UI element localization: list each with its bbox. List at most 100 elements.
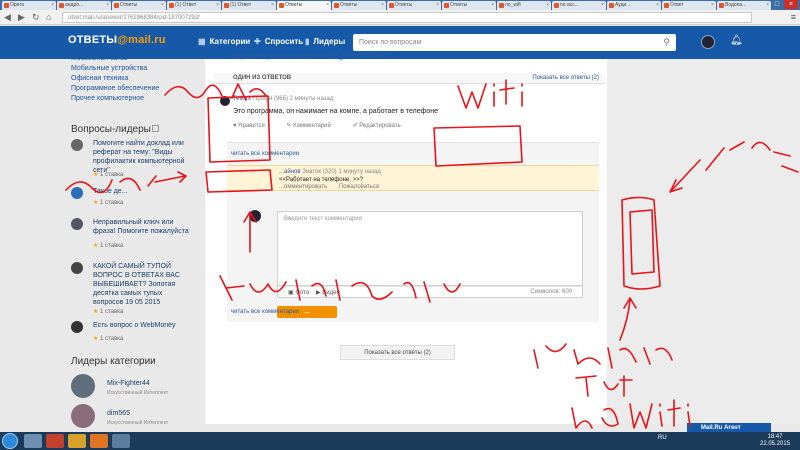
nav-leaders[interactable]: ▮ Лидеры: [305, 37, 345, 46]
home-icon[interactable]: ⌂: [46, 12, 51, 22]
clock[interactable]: 18:47 22.05.2015: [760, 434, 790, 448]
question-bets: 1 ставка: [100, 309, 124, 315]
question-title[interactable]: Неправильный ключ или фраза! Помогите по…: [93, 218, 193, 236]
tab-favicon-icon: [554, 3, 559, 8]
browser-tab[interactable]: андро... ×: [57, 1, 111, 10]
leader-name[interactable]: dim565: [107, 410, 130, 417]
comment-button[interactable]: ✎ Комментарий: [286, 123, 341, 129]
tab-close-icon[interactable]: ×: [326, 1, 329, 10]
comment-author-name[interactable]: ...айнов: [279, 169, 301, 175]
browser-tab[interactable]: Ответы ×: [332, 1, 386, 10]
question-bets: 1 ставка: [100, 336, 124, 342]
main-content: http://www.youtube.com/watch?v=_lV3nzNiR…: [205, 53, 607, 424]
browser-tab[interactable]: Ответы ×: [387, 1, 441, 10]
tab-close-icon[interactable]: ×: [216, 1, 219, 10]
tab-close-icon[interactable]: ×: [656, 1, 659, 10]
browser-tab[interactable]: (1) Ответ ×: [222, 1, 276, 10]
url-field[interactable]: otvet.mail.ru/answer/1762868384/cid-1870…: [62, 12, 752, 23]
start-button[interactable]: [2, 433, 18, 449]
search-icon[interactable]: ⚲: [663, 34, 670, 51]
tab-close-icon[interactable]: ×: [161, 1, 164, 10]
comments-section: читать все комментарии ...айнов Знаток (…: [227, 142, 599, 322]
back-icon[interactable]: ◀: [4, 12, 11, 23]
question-title[interactable]: КАКОЙ САМЫЙ ТУПОЙ ВОПРОС В ОТВЕТАХ ВАС В…: [93, 262, 193, 307]
browser-tab[interactable]: Ответы ×: [277, 1, 331, 10]
show-all-answers-button[interactable]: Показать все ответы (2): [340, 345, 455, 360]
nav-ask-label: Спросить: [264, 37, 304, 46]
category-link[interactable]: Прочее компьютерное: [71, 95, 144, 102]
comment-toolbar: ▣ Фото ▶ Видео Символов: 600: [277, 286, 583, 298]
category-link[interactable]: Мобильная связь: [71, 55, 128, 62]
browser-tab[interactable]: Ответ ×: [662, 1, 716, 10]
reload-icon[interactable]: ↻: [32, 12, 40, 23]
maximize-icon[interactable]: □: [770, 0, 784, 9]
tab-close-icon[interactable]: ×: [546, 1, 549, 10]
answer-author-avatar[interactable]: [220, 96, 230, 106]
browser-tab[interactable]: no_wifi ×: [497, 1, 551, 10]
browser-menu-icon[interactable]: ≡: [791, 12, 796, 22]
category-link[interactable]: Офисная техника: [71, 75, 128, 82]
opera-taskbar-icon[interactable]: [46, 434, 64, 448]
browser-tab[interactable]: Ответы ×: [112, 1, 166, 10]
browser-tab[interactable]: Ответы ×: [442, 1, 496, 10]
tab-close-icon[interactable]: ×: [51, 1, 54, 10]
comment-meta: Знаток (320) 1 минуту назад: [302, 169, 381, 175]
language-indicator[interactable]: RU: [658, 435, 667, 441]
tab-close-icon[interactable]: ×: [106, 1, 109, 10]
left-sidebar: Мобильная связь Мобильные устройства Офисн…: [68, 55, 198, 428]
firefox-taskbar-icon[interactable]: [90, 434, 108, 448]
chrome-taskbar-icon[interactable]: [68, 434, 86, 448]
tab-label: Ауди...: [615, 2, 631, 8]
leader-avatar[interactable]: [71, 374, 95, 398]
tab-close-icon[interactable]: ×: [491, 1, 494, 10]
question-title[interactable]: Такое де...: [93, 187, 193, 196]
question-title[interactable]: Есть вопрос о WebMoney: [93, 321, 193, 330]
read-all-comments-link[interactable]: читать все комментарии: [231, 151, 299, 157]
info-icon[interactable]: [152, 125, 159, 132]
question-title[interactable]: Помогите найти доклад или реферат на тем…: [93, 139, 193, 175]
close-icon[interactable]: ×: [784, 0, 798, 9]
tab-close-icon[interactable]: ×: [601, 1, 604, 10]
tab-favicon-icon: [609, 3, 614, 8]
answer-author-name[interactable]: TeIkeX: [233, 96, 251, 102]
tab-favicon-icon: [4, 3, 9, 8]
user-avatar[interactable]: [701, 35, 715, 49]
read-all-comments-link-bottom[interactable]: читать все комментарии: [231, 309, 299, 315]
show-all-answers-link[interactable]: Показать все ответы (2): [532, 75, 599, 81]
category-link[interactable]: Программное обеспечение: [71, 85, 159, 92]
leader-name[interactable]: Mix-Fighter44: [107, 380, 150, 387]
tab-close-icon[interactable]: ×: [271, 1, 274, 10]
video-button[interactable]: ▶ Видео: [316, 289, 340, 296]
category-link[interactable]: Мобильные устройства: [71, 65, 147, 72]
youtube-link[interactable]: http://www.youtube.com/watch?v=_lV3nzNiR…: [233, 53, 388, 60]
search-input[interactable]: Поиск по вопросам ⚲: [353, 34, 676, 51]
browser-tab[interactable]: no acc... ×: [552, 1, 606, 10]
browser-tab[interactable]: Ауди... ×: [607, 1, 661, 10]
nav-ask[interactable]: ✚ Спросить: [254, 37, 303, 46]
tab-close-icon[interactable]: ×: [711, 1, 714, 10]
site-logo[interactable]: ОТВЕТЫ@mail.ru: [68, 34, 166, 46]
video-label: Видео: [322, 290, 340, 296]
leader-avatar[interactable]: [71, 404, 95, 428]
tab-close-icon[interactable]: ×: [436, 1, 439, 10]
tab-close-icon[interactable]: ×: [381, 1, 384, 10]
nav-categories[interactable]: ▦ Категории: [198, 37, 250, 46]
tab-favicon-icon: [279, 3, 284, 8]
reply-button[interactable]: ...омментировать: [279, 184, 327, 190]
photo-button[interactable]: ▣ Фото: [288, 289, 309, 296]
minimize-icon[interactable]: –: [756, 0, 770, 9]
report-button[interactable]: Пожаловаться: [339, 184, 379, 190]
tab-favicon-icon: [169, 3, 174, 8]
forward-icon[interactable]: ▶: [18, 12, 25, 23]
question-meta: ★ 1 ставка: [93, 199, 123, 206]
comment-textarea[interactable]: Введите текст комментария: [277, 211, 583, 286]
like-button[interactable]: ♥ Нравится: [233, 123, 275, 129]
explorer-taskbar-icon[interactable]: [24, 434, 42, 448]
plus-icon: ✚: [254, 37, 261, 46]
bell-icon[interactable]: 🔔︎: [730, 35, 743, 46]
answer-text: Это программа, он нажимает на компе, а р…: [233, 108, 439, 115]
browser-tab[interactable]: (1) Ответ ×: [167, 1, 221, 10]
edit-button[interactable]: ✐ Редактировать: [353, 123, 411, 129]
app-taskbar-icon[interactable]: [112, 434, 130, 448]
browser-tab[interactable]: Opera ×: [2, 1, 56, 10]
